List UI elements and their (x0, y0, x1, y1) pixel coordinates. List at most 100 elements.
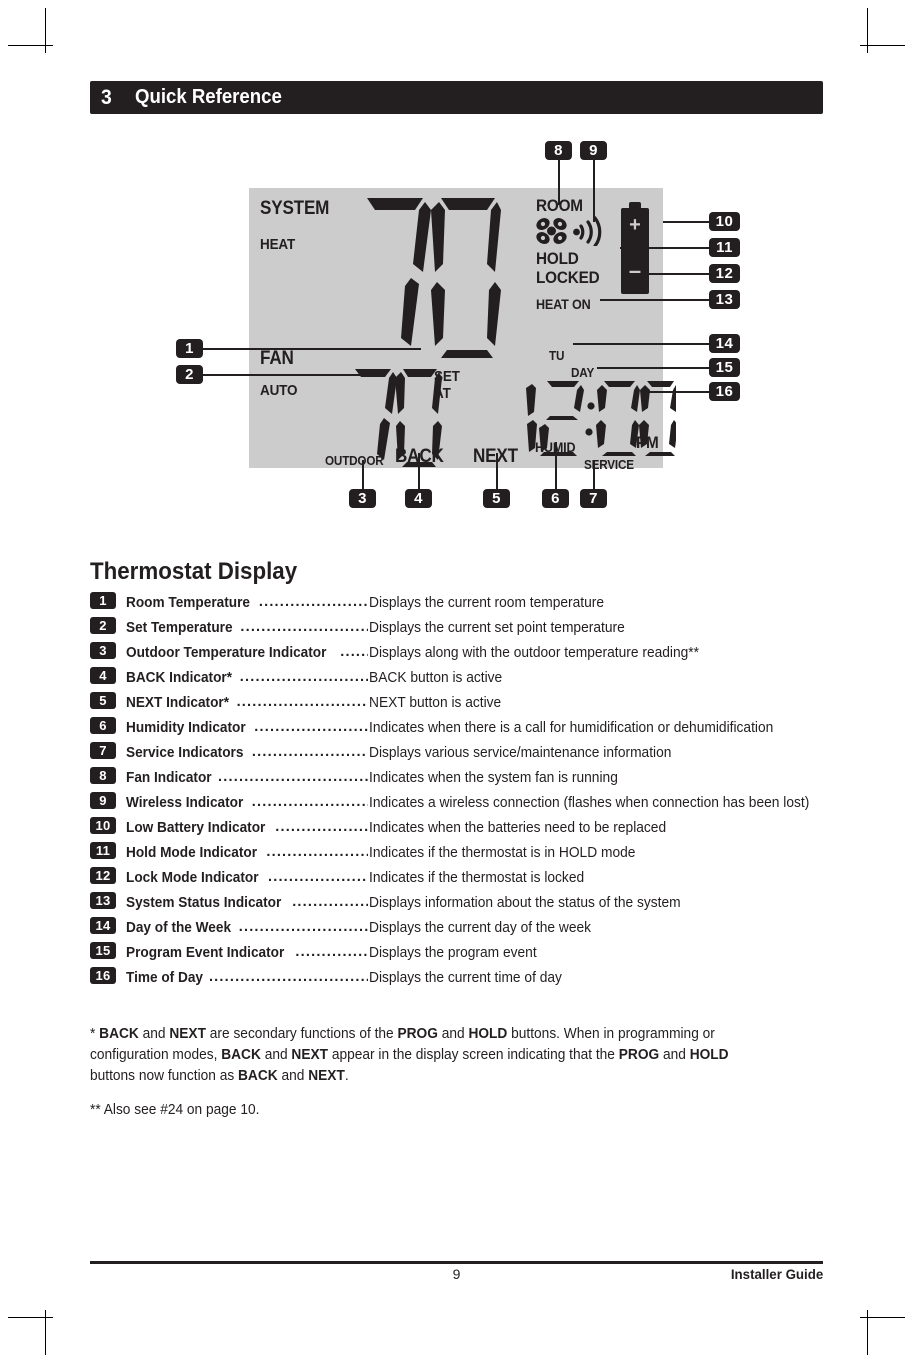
leader-line-5 (496, 453, 498, 489)
thermostat-display-diagram: SYSTEM HEAT FAN AUTO SET AT OUTDOOR ROOM… (0, 130, 913, 520)
callout-badge-9: 9 (580, 141, 607, 160)
leader-line-9 (593, 160, 595, 222)
legend-item: 3 Outdoor Temperature Indicator..........… (90, 642, 830, 669)
legend-item-term: Wireless Indicator (126, 795, 244, 811)
crop-mark-top-right-horizontal (860, 45, 905, 46)
legend-item-number: 11 (90, 842, 116, 859)
leader-line-12 (623, 273, 709, 275)
callout-badge-10: 10 (709, 212, 740, 231)
lcd-day-of-week: TU (549, 348, 565, 363)
legend-item-term: Service Indicators (126, 745, 244, 761)
legend-item: 8 Fan Indicator..........................… (90, 767, 830, 794)
crop-mark-top-left-vertical (45, 8, 46, 53)
legend-item: 12 Lock Mode Indicator...................… (90, 867, 830, 894)
legend-item-term-column: Lock Mode Indicator.....................… (126, 870, 369, 886)
legend-item: 15 Program Event Indicator...............… (90, 942, 830, 969)
legend-item-leader-dots: ........................................… (266, 845, 368, 860)
chapter-header-bar: 3 Quick Reference (90, 81, 823, 114)
legend-item-term: Room Temperature (126, 595, 250, 611)
leader-line-7 (593, 460, 595, 489)
legend-item: 9 Wireless Indicator.....................… (90, 792, 830, 819)
footnote-single-asterisk: * BACK and NEXT are secondary functions … (90, 1026, 729, 1084)
lcd-system-label: SYSTEM (260, 198, 330, 219)
legend-item-term-column: Program Event Indicator.................… (126, 945, 369, 961)
callout-badge-11: 11 (709, 238, 740, 257)
lcd-outdoor-label: OUTDOOR (325, 453, 384, 468)
lcd-service-label: SERVICE (584, 457, 634, 472)
legend-item-leader-dots: ........................................… (254, 720, 368, 735)
legend-item-leader-dots: ........................................… (251, 745, 368, 760)
legend-item-term-column: BACK Indicator*.........................… (126, 670, 369, 686)
legend-item-number: 3 (90, 642, 116, 659)
callout-badge-12: 12 (709, 264, 740, 283)
crop-mark-top-left-horizontal (8, 45, 53, 46)
leader-line-11 (620, 247, 709, 249)
legend-item-term: Hold Mode Indicator (126, 845, 257, 861)
battery-minus-sign: – (628, 258, 642, 283)
footer-guide-label: Installer Guide (730, 1266, 823, 1282)
legend-item-term: Outdoor Temperature Indicator (126, 645, 327, 661)
legend-item-number: 7 (90, 742, 116, 759)
legend-list: 1 Room Temperature.......................… (90, 592, 830, 994)
legend-item-term: NEXT Indicator* (126, 695, 230, 711)
legend-item: 1 Room Temperature.......................… (90, 592, 830, 619)
legend-item-number: 14 (90, 917, 116, 934)
legend-item-number: 9 (90, 792, 116, 809)
legend-item-leader-dots: ........................................… (208, 970, 368, 985)
leader-line-4 (418, 453, 420, 489)
lcd-set-label: SET (434, 368, 460, 385)
legend-item-term-column: System Status Indicator.................… (126, 895, 369, 911)
legend-item-term-column: Outdoor Temperature Indicator...........… (126, 645, 369, 661)
callout-badge-1: 1 (176, 339, 203, 358)
legend-item-leader-dots: ........................................… (251, 795, 368, 810)
legend-item: 14 Day of the Week.......................… (90, 917, 830, 944)
legend-item-term-column: Day of the Week.........................… (126, 920, 369, 936)
legend-item-term-column: Humidity Indicator......................… (126, 720, 369, 736)
legend-item-term-column: Wireless Indicator......................… (126, 795, 369, 811)
legend-item-term: Time of Day (126, 970, 204, 986)
legend-item-term-column: Time of Day.............................… (126, 970, 369, 986)
legend-item-description: Indicates a wireless connection (flashes… (369, 795, 810, 811)
legend-item-leader-dots: ........................................… (239, 670, 368, 685)
callout-badge-2: 2 (176, 365, 203, 384)
callout-badge-3: 3 (349, 489, 376, 508)
legend-item-term: Day of the Week (126, 920, 232, 936)
legend-item-description: Indicates when the batteries need to be … (369, 820, 667, 836)
legend-item-leader-dots: ........................................… (238, 920, 368, 935)
legend-item-description: Displays various service/maintenance inf… (369, 745, 672, 761)
legend-item-term: Fan Indicator (126, 770, 212, 786)
legend-item-description: Indicates when the system fan is running (369, 770, 618, 786)
legend-item-term-column: Hold Mode Indicator.....................… (126, 845, 369, 861)
leader-line-16 (648, 391, 709, 393)
legend-item-description: Displays along with the outdoor temperat… (369, 645, 700, 661)
legend-item-leader-dots: ........................................… (258, 595, 368, 610)
legend-item: 10 Low Battery Indicator.................… (90, 817, 830, 844)
legend-item-description: Indicates if the thermostat is locked (369, 870, 585, 886)
legend-item-number: 8 (90, 767, 116, 784)
crop-mark-bottom-right-horizontal (860, 1317, 905, 1318)
legend-item: 16 Time of Day...........................… (90, 967, 830, 994)
legend-item-leader-dots: ........................................… (268, 870, 368, 885)
legend-item-description: Indicates if the thermostat is in HOLD m… (369, 845, 636, 861)
legend-item-term-column: Low Battery Indicator...................… (126, 820, 369, 836)
legend-item-description: NEXT button is active (369, 695, 502, 711)
legend-item-number: 6 (90, 717, 116, 734)
legend-item-number: 15 (90, 942, 116, 959)
callout-badge-7: 7 (580, 489, 607, 508)
leader-line-6 (555, 442, 557, 489)
leader-line-8 (558, 160, 560, 205)
callout-badge-4: 4 (405, 489, 432, 508)
callout-badge-6: 6 (542, 489, 569, 508)
legend-item-description: BACK button is active (369, 670, 503, 686)
legend-item: 7 Service Indicators.....................… (90, 742, 830, 769)
legend-item-number: 16 (90, 967, 116, 984)
legend-item-leader-dots: ........................................… (295, 945, 368, 960)
fan-blade-icon (536, 218, 567, 244)
legend-item-term: System Status Indicator (126, 895, 282, 911)
legend-item-term-column: Service Indicators......................… (126, 745, 369, 761)
legend-item: 2 Set Temperature........................… (90, 617, 830, 644)
legend-item-leader-dots: ........................................… (218, 770, 368, 785)
callout-badge-14: 14 (709, 334, 740, 353)
legend-item: 6 Humidity Indicator.....................… (90, 717, 830, 744)
leader-line-15 (597, 367, 709, 369)
